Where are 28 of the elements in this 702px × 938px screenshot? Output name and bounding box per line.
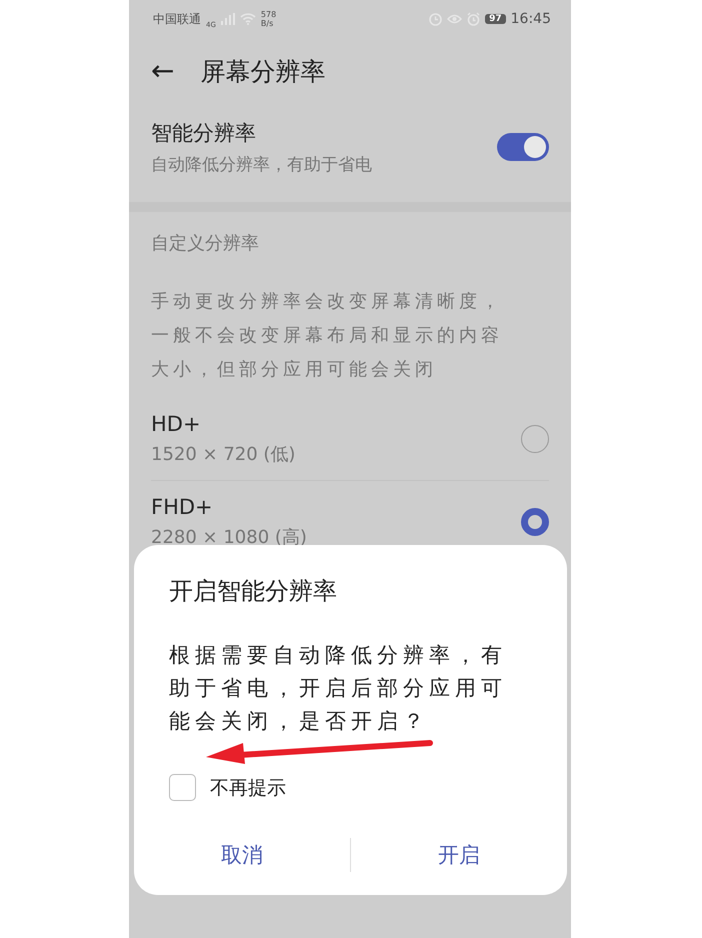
alarm-icon (467, 12, 480, 26)
option-detail: 1520 × 720 (低) (151, 443, 296, 466)
battery-level: 97 (485, 14, 506, 24)
confirm-button[interactable]: 开启 (351, 840, 567, 870)
radio-button[interactable] (521, 508, 549, 536)
carrier-name: 中国联通 (153, 10, 201, 28)
dialog-title: 开启智能分辨率 (169, 576, 338, 607)
checkbox[interactable] (169, 774, 196, 801)
section-label: 自定义分辨率 (151, 232, 259, 255)
wifi-icon (240, 13, 256, 25)
toggle-switch[interactable] (497, 133, 549, 161)
clock-icon (429, 12, 442, 26)
option-detail: 2280 × 1080 (高) (151, 526, 307, 549)
network-speed: 578 B/s (260, 10, 276, 28)
cancel-button[interactable]: 取消 (134, 840, 350, 870)
page-title: 屏幕分辨率 (200, 56, 326, 88)
radio-button[interactable] (521, 425, 549, 453)
status-time: 16:45 (510, 11, 551, 27)
dialog-message: 根据需要自动降低分辨率，有助于省电，开启后部分应用可能会关闭，是否开启？ (169, 642, 508, 735)
setting-title: 智能分辨率 (151, 120, 257, 146)
signal-icon (220, 13, 235, 25)
option-name: FHD+ (151, 495, 214, 519)
option-name: HD+ (151, 412, 202, 436)
section-description: 手动更改分辨率会改变屏幕清晰度，一般不会改变屏幕布局和显示的内容大小，但部分应用可能会关闭 (151, 290, 504, 382)
checkbox-label: 不再提示 (210, 776, 286, 800)
setting-subtitle: 自动降低分辨率，有助于省电 (151, 154, 372, 176)
eye-icon (447, 13, 462, 25)
back-button[interactable]: ← (151, 57, 174, 85)
